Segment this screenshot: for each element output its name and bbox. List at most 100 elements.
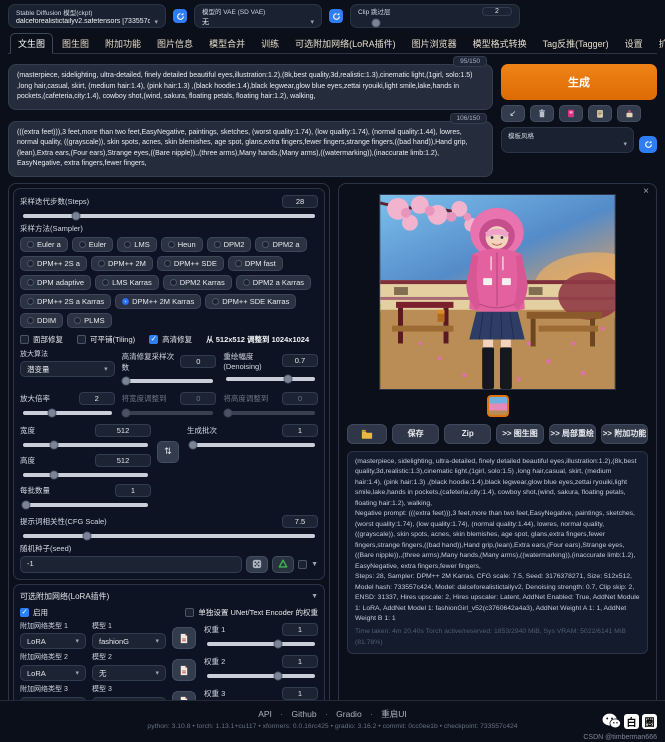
batch-count-slider[interactable] <box>190 443 315 447</box>
send-to-img2img-button[interactable]: >> 图生图 <box>496 424 543 444</box>
paste-params-button[interactable]: ↙ <box>501 105 525 122</box>
slider-handle[interactable] <box>274 640 283 649</box>
lora-model-info-button[interactable] <box>172 659 196 681</box>
generated-image[interactable] <box>379 194 616 390</box>
sampler-option[interactable]: DPM fast <box>228 256 283 271</box>
prompt-textarea[interactable]: (masterpiece, sidelighting, ultra-detail… <box>8 64 493 110</box>
apply-style-button[interactable] <box>588 105 612 122</box>
generate-button[interactable]: 生成 <box>501 64 657 100</box>
lora-model-dropdown[interactable]: 无▾ <box>92 665 166 681</box>
checkbox-checked-icon[interactable] <box>20 608 29 617</box>
lora-weight-slider[interactable] <box>207 642 315 646</box>
send-to-inpaint-button[interactable]: >> 局部重绘 <box>549 424 596 444</box>
height-slider[interactable] <box>23 473 148 477</box>
tab-additional-networks[interactable]: 可选附加网络(LoRA插件) <box>288 34 403 53</box>
slider-handle[interactable] <box>50 440 59 449</box>
github-link[interactable]: Github <box>292 709 317 719</box>
width-value[interactable]: 512 <box>95 424 151 437</box>
cfg-value[interactable]: 7.5 <box>282 515 318 528</box>
hires-fix-option[interactable]: 高清修复 <box>149 334 192 345</box>
tab-extensions[interactable]: 扩展 <box>652 34 665 53</box>
tab-image-browser[interactable]: 图片浏览器 <box>405 34 464 53</box>
tab-img2img[interactable]: 图生图 <box>55 34 96 53</box>
sampler-option[interactable]: Heun <box>161 237 203 252</box>
close-gallery-button[interactable]: × <box>643 186 649 197</box>
slider-handle[interactable] <box>284 374 293 383</box>
refresh-vae-button[interactable] <box>329 9 343 23</box>
batch-size-slider[interactable] <box>23 503 148 507</box>
swap-dimensions-button[interactable]: ⇅ <box>157 441 179 463</box>
gradio-link[interactable]: Gradio <box>336 709 362 719</box>
zip-button[interactable]: Zip <box>444 424 491 444</box>
width-slider[interactable] <box>23 443 148 447</box>
lora-model-dropdown[interactable]: fashionG▾ <box>92 633 166 649</box>
open-folder-button[interactable] <box>347 424 387 444</box>
slider-handle[interactable] <box>21 500 30 509</box>
sampler-option[interactable]: DPM2 <box>207 237 252 252</box>
slider-handle[interactable] <box>83 531 92 540</box>
clip-skip-value[interactable]: 2 <box>482 7 512 16</box>
lora-type-dropdown[interactable]: LoRA▾ <box>20 633 86 649</box>
cfg-slider[interactable] <box>23 534 315 538</box>
sampler-option-selected[interactable]: DPM++ 2M Karras <box>115 294 201 309</box>
lora-model-info-button[interactable] <box>172 627 196 649</box>
sampler-option[interactable]: LMS Karras <box>95 275 159 290</box>
styles-dropdown[interactable]: 模板风格 ▾ <box>501 127 634 153</box>
hires-steps-value[interactable]: 0 <box>180 355 216 368</box>
tab-checkpoint-merger[interactable]: 模型合并 <box>202 34 252 53</box>
checkbox-icon[interactable] <box>185 608 194 617</box>
sampler-option[interactable]: DDIM <box>20 313 63 328</box>
batch-count-value[interactable]: 1 <box>282 424 318 437</box>
checkbox-icon[interactable] <box>77 335 86 344</box>
checkbox-checked-icon[interactable] <box>149 335 158 344</box>
slider-handle[interactable] <box>188 440 197 449</box>
sampler-option[interactable]: PLMS <box>67 313 111 328</box>
tab-train[interactable]: 训练 <box>254 34 286 53</box>
lora-enable-option[interactable]: 启用 <box>20 607 48 618</box>
upscale-by-value[interactable]: 2 <box>79 392 115 405</box>
sampler-option[interactable]: DPM++ SDE <box>157 256 224 271</box>
lora-weight-value[interactable]: 1 <box>282 655 318 668</box>
denoising-slider[interactable] <box>226 377 315 381</box>
save-style-button[interactable] <box>617 105 641 122</box>
sampler-option[interactable]: DPM2 a Karras <box>236 275 311 290</box>
slider-handle[interactable] <box>371 19 380 28</box>
lora-weight-value[interactable]: 1 <box>282 687 318 700</box>
save-button[interactable]: 保存 <box>392 424 439 444</box>
extra-seed-checkbox[interactable] <box>298 560 307 569</box>
sampler-option[interactable]: DPM2 Karras <box>163 275 232 290</box>
slider-handle[interactable] <box>122 376 131 385</box>
sampler-option[interactable]: DPM++ 2M <box>91 256 153 271</box>
hires-steps-slider[interactable] <box>125 379 214 383</box>
clear-prompt-button[interactable] <box>530 105 554 122</box>
slider-handle[interactable] <box>274 672 283 681</box>
send-to-extras-button[interactable]: >> 附加功能 <box>601 424 648 444</box>
tab-settings[interactable]: 设置 <box>618 34 650 53</box>
reuse-seed-button[interactable] <box>272 556 294 573</box>
refresh-styles-button[interactable] <box>639 136 657 153</box>
api-link[interactable]: API <box>258 709 272 719</box>
seed-input[interactable]: -1 <box>20 556 242 573</box>
thumbnail-selected[interactable] <box>487 395 509 417</box>
sampler-option[interactable]: DPM++ 2S a <box>20 256 87 271</box>
denoising-value[interactable]: 0.7 <box>282 354 318 367</box>
sampler-option[interactable]: DPM++ 2S a Karras <box>20 294 111 309</box>
sampler-option[interactable]: Euler a <box>20 237 68 252</box>
height-value[interactable]: 512 <box>95 454 151 467</box>
tab-pnginfo[interactable]: 图片信息 <box>150 34 200 53</box>
vae-dropdown[interactable]: 模型的 VAE (SD VAE) 无 ▾ <box>194 4 322 28</box>
steps-slider[interactable] <box>23 214 315 218</box>
restore-faces-option[interactable]: 面部修复 <box>20 334 63 345</box>
upscale-by-slider[interactable] <box>23 411 112 415</box>
tiling-option[interactable]: 可平铺(Tiling) <box>77 334 135 345</box>
batch-size-value[interactable]: 1 <box>115 484 151 497</box>
refresh-checkpoints-button[interactable] <box>173 9 187 23</box>
slider-handle[interactable] <box>71 211 80 220</box>
checkbox-icon[interactable] <box>20 335 29 344</box>
sampler-option[interactable]: DPM++ SDE Karras <box>205 294 296 309</box>
steps-value[interactable]: 28 <box>282 195 318 208</box>
sampler-option[interactable]: Euler <box>72 237 114 252</box>
lora-weight-slider[interactable] <box>207 674 315 678</box>
slider-handle[interactable] <box>48 408 57 417</box>
tab-tagger[interactable]: Tag反推(Tagger) <box>536 34 616 53</box>
